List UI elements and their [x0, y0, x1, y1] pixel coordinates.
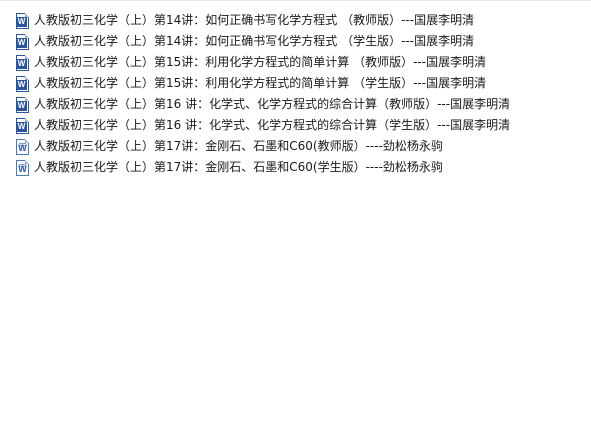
word-docx-icon: W [16, 96, 29, 113]
word-docx-icon: W [16, 117, 29, 134]
file-name: 人教版初三化学（上）第17讲：金刚石、石墨和C60(学生版）----劲松杨永驹 [34, 160, 443, 174]
list-item[interactable]: W 人教版初三化学（上）第16 讲：化学式、化学方程式的综合计算（学生版）---… [16, 115, 510, 136]
file-list-pane: W 人教版初三化学（上）第14讲：如何正确书写化学方程式 （教师版）---国展李… [0, 0, 591, 421]
list-item[interactable]: W 人教版初三化学（上）第17讲：金刚石、石墨和C60(教师版）----劲松杨永… [16, 136, 510, 157]
file-name: 人教版初三化学（上）第15讲：利用化学方程式的简单计算 （教师版）---国展李明… [34, 55, 487, 69]
word-doc-icon: W [16, 159, 29, 176]
list-item[interactable]: W 人教版初三化学（上）第15讲：利用化学方程式的简单计算 （教师版）---国展… [16, 52, 510, 73]
list-item[interactable]: W 人教版初三化学（上）第15讲：利用化学方程式的简单计算 （学生版）---国展… [16, 73, 510, 94]
file-name: 人教版初三化学（上）第15讲：利用化学方程式的简单计算 （学生版）---国展李明… [34, 76, 487, 90]
file-list: W 人教版初三化学（上）第14讲：如何正确书写化学方程式 （教师版）---国展李… [16, 10, 510, 178]
word-docx-icon: W [16, 54, 29, 71]
word-docx-icon: W [16, 12, 29, 29]
word-docx-icon: W [16, 33, 29, 50]
word-doc-icon: W [16, 138, 29, 155]
file-name: 人教版初三化学（上）第14讲：如何正确书写化学方程式 （教师版）---国展李明清 [34, 13, 475, 27]
file-name: 人教版初三化学（上）第16 讲：化学式、化学方程式的综合计算（教师版）---国展… [34, 97, 511, 111]
word-docx-icon: W [16, 75, 29, 92]
list-item[interactable]: W 人教版初三化学（上）第14讲：如何正确书写化学方程式 （学生版）---国展李… [16, 31, 510, 52]
list-item[interactable]: W 人教版初三化学（上）第14讲：如何正确书写化学方程式 （教师版）---国展李… [16, 10, 510, 31]
file-name: 人教版初三化学（上）第14讲：如何正确书写化学方程式 （学生版）---国展李明清 [34, 34, 475, 48]
list-item[interactable]: W 人教版初三化学（上）第17讲：金刚石、石墨和C60(学生版）----劲松杨永… [16, 157, 510, 178]
file-name: 人教版初三化学（上）第16 讲：化学式、化学方程式的综合计算（学生版）---国展… [34, 118, 511, 132]
file-name: 人教版初三化学（上）第17讲：金刚石、石墨和C60(教师版）----劲松杨永驹 [34, 139, 443, 153]
list-item[interactable]: W 人教版初三化学（上）第16 讲：化学式、化学方程式的综合计算（教师版）---… [16, 94, 510, 115]
